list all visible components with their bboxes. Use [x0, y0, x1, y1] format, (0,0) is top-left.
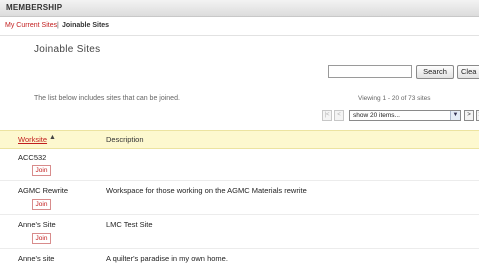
chevron-down-icon: ▼ [450, 111, 460, 120]
description-column-header: Description [106, 135, 144, 144]
site-name: ACC532 [18, 153, 47, 162]
nav-separator: | [57, 22, 59, 29]
join-button[interactable]: Join [32, 165, 51, 176]
table-header [0, 130, 479, 149]
page-title: Joinable Sites [34, 44, 101, 55]
join-button[interactable]: Join [32, 233, 51, 244]
page-size-value: show 20 items... [353, 112, 400, 119]
sort-ascending-icon[interactable]: ▲ [49, 134, 56, 141]
instructions-text: The list below includes sites that can b… [34, 95, 180, 102]
tool-title: MEMBERSHIP [6, 3, 63, 12]
site-name: Anne's Site [18, 220, 56, 229]
nav-my-current-sites-link[interactable]: My Current Sites [5, 22, 57, 29]
site-description: Workspace for those working on the AGMC … [106, 186, 307, 195]
row-divider [0, 180, 479, 181]
site-name: AGMC Rewrite [18, 186, 69, 195]
page-size-select[interactable]: show 20 items... ▼ [349, 110, 461, 121]
viewing-count: Viewing 1 - 20 of 73 sites [358, 95, 431, 102]
site-description: A quilter's paradise in my own home. [106, 254, 228, 263]
worksite-column-header[interactable]: Worksite [18, 135, 47, 144]
search-input[interactable] [328, 65, 412, 78]
join-button[interactable]: Join [32, 199, 51, 210]
tool-header [0, 0, 479, 17]
next-page-button[interactable]: > [464, 110, 474, 121]
nav-joinable-sites: Joinable Sites [62, 22, 110, 29]
row-divider [0, 248, 479, 249]
first-page-button[interactable]: |< [322, 110, 332, 121]
site-name: Anne's site [18, 254, 55, 263]
row-divider [0, 214, 479, 215]
site-description: LMC Test Site [106, 220, 153, 229]
previous-page-button[interactable]: < [334, 110, 344, 121]
search-button[interactable]: Search [416, 65, 454, 79]
clear-button[interactable]: Clea [457, 65, 479, 79]
